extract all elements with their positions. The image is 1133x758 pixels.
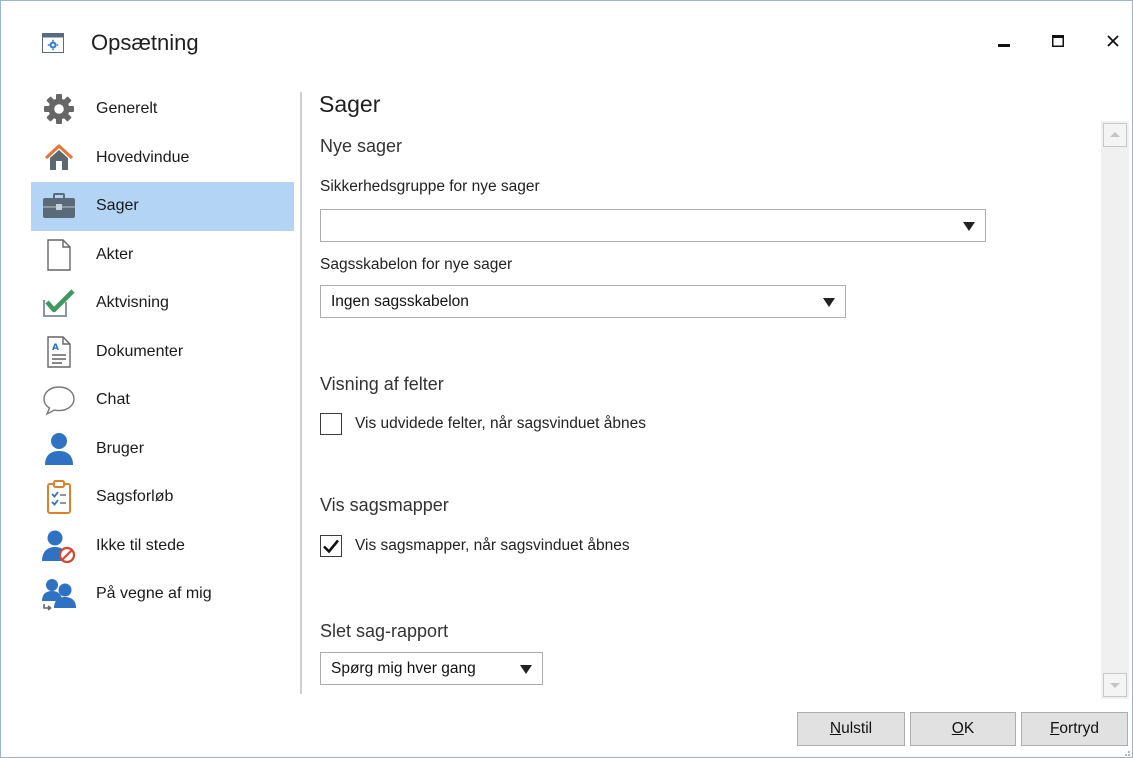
panel-divider (300, 92, 302, 694)
ok-button[interactable]: OK (910, 712, 1016, 746)
cancel-button[interactable]: Fortryd (1021, 712, 1128, 746)
template-dropdown[interactable]: Ingen sagsskabelon (320, 285, 846, 318)
nav-item-paa-vegne-af-mig[interactable]: På vegne af mig (31, 570, 294, 619)
nav-label: Sager (96, 197, 139, 215)
nav-label: Generelt (96, 100, 158, 118)
clipboard-checklist-icon (41, 479, 77, 515)
nav-label: Aktvisning (96, 294, 169, 312)
scroll-up-button[interactable] (1103, 123, 1127, 147)
nav-item-sagsforlob[interactable]: Sagsforløb (31, 473, 294, 522)
document-icon (41, 237, 77, 273)
extended-fields-label: Vis udvidede felter, når sagsvinduet åbn… (355, 415, 646, 432)
nav-label: Ikke til stede (96, 536, 185, 554)
speech-bubble-icon (41, 382, 77, 418)
cancel-mnemonic: F (1049, 720, 1060, 737)
nav-label: Bruger (96, 439, 145, 457)
ok-mnemonic: O (951, 720, 964, 737)
checkmark-icon (323, 539, 340, 554)
dropdown-arrow-icon (520, 665, 532, 674)
nav-item-dokumenter[interactable]: A Dokumenter (31, 328, 294, 377)
briefcase-icon (41, 188, 77, 224)
text-document-icon: A (41, 334, 77, 370)
extended-fields-checkbox-row[interactable]: Vis udvidede felter, når sagsvinduet åbn… (320, 413, 646, 435)
close-button[interactable] (1093, 21, 1133, 61)
case-folders-checkbox-row[interactable]: Vis sagsmapper, når sagsvinduet åbnes (320, 535, 630, 557)
delete-report-value: Spørg mig hver gang (331, 660, 476, 677)
section-title-field-display: Visning af felter (320, 374, 444, 394)
cancel-label: ortryd (1059, 720, 1100, 737)
section-title-case-folders: Vis sagsmapper (320, 495, 449, 515)
nav-item-ikke-til-stede[interactable]: Ikke til stede (31, 522, 294, 571)
user-away-icon (41, 528, 77, 564)
reset-mnemonic: N (829, 720, 842, 737)
case-folders-label: Vis sagsmapper, når sagsvinduet åbnes (355, 537, 630, 554)
dropdown-arrow-icon (823, 298, 835, 307)
nav-item-sager[interactable]: Sager (31, 182, 294, 231)
settings-content: Sager Nye sager Sikkerhedsgruppe for nye… (319, 85, 1094, 695)
security-group-label: Sikkerhedsgruppe for nye sager (320, 178, 540, 195)
settings-nav: Generelt Hovedvindue Sager Akter Aktvisn… (31, 85, 294, 619)
security-group-dropdown[interactable] (320, 209, 986, 242)
template-label: Sagsskabelon for nye sager (320, 256, 513, 273)
nav-item-aktvisning[interactable]: Aktvisning (31, 279, 294, 328)
close-icon (1107, 35, 1119, 47)
nav-item-chat[interactable]: Chat (31, 376, 294, 425)
nav-label: Dokumenter (96, 342, 184, 360)
scroll-down-button[interactable] (1103, 673, 1127, 697)
nav-label: Akter (96, 245, 134, 263)
reset-label: ulstil (841, 720, 873, 737)
users-delegate-icon (41, 576, 77, 612)
nav-item-bruger[interactable]: Bruger (31, 425, 294, 474)
nav-item-generelt[interactable]: Generelt (31, 85, 294, 134)
content-scrollbar[interactable] (1101, 121, 1129, 699)
template-value: Ingen sagsskabelon (331, 293, 469, 310)
title-bar[interactable]: Opsætning (1, 1, 1132, 81)
home-icon (41, 140, 77, 176)
maximize-button[interactable] (1038, 21, 1078, 61)
resize-grip-icon[interactable] (1123, 749, 1131, 757)
delete-report-dropdown[interactable]: Spørg mig hver gang (320, 652, 543, 685)
case-folders-checkbox[interactable] (320, 535, 342, 557)
gear-icon (41, 91, 77, 127)
settings-window: Opsætning Generelt Hovedvindue Sager Akt… (0, 0, 1133, 758)
extended-fields-checkbox[interactable] (320, 413, 342, 435)
svg-text:A: A (52, 343, 59, 353)
section-title-new-cases: Nye sager (320, 136, 403, 156)
nav-item-akter[interactable]: Akter (31, 231, 294, 280)
nav-item-hovedvindue[interactable]: Hovedvindue (31, 134, 294, 183)
nav-label: Chat (96, 391, 130, 409)
page-title: Sager (319, 91, 381, 117)
reset-button[interactable]: Nulstil (797, 712, 905, 746)
nav-label: På vegne af mig (96, 585, 212, 603)
user-icon (41, 431, 77, 467)
window-title: Opsætning (91, 30, 199, 55)
maximize-icon (1052, 35, 1064, 47)
checkmark-icon (41, 285, 77, 321)
nav-label: Sagsforløb (96, 488, 174, 506)
minimize-button[interactable] (984, 21, 1024, 61)
settings-window-icon (42, 33, 64, 53)
nav-label: Hovedvindue (96, 148, 190, 166)
section-title-delete-report: Slet sag-rapport (320, 621, 449, 641)
ok-label: K (963, 720, 975, 737)
minimize-icon (998, 44, 1010, 47)
dropdown-arrow-icon (963, 222, 975, 231)
